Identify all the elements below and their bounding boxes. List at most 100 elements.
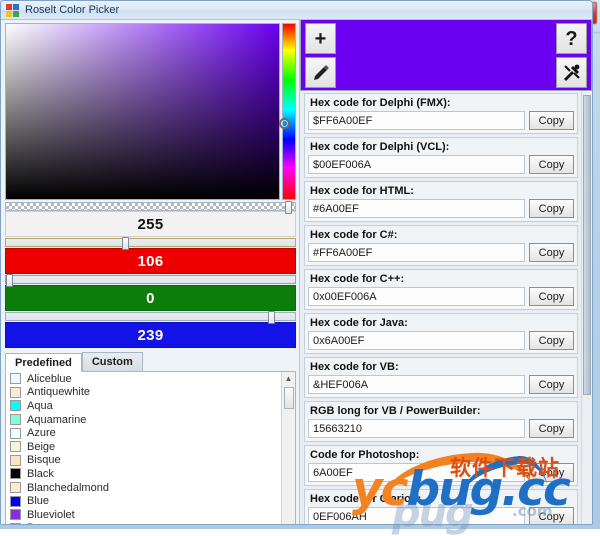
eyedropper-button[interactable] bbox=[305, 57, 336, 88]
tab-custom[interactable]: Custom bbox=[81, 352, 143, 371]
green-slider-thumb[interactable] bbox=[6, 274, 13, 287]
copy-button[interactable]: Copy bbox=[529, 463, 574, 482]
copy-button[interactable]: Copy bbox=[529, 507, 574, 524]
hue-marker[interactable] bbox=[279, 118, 290, 130]
code-value-field[interactable]: 0x6A00EF bbox=[308, 331, 525, 350]
code-value-field[interactable]: #6A00EF bbox=[308, 199, 525, 218]
color-swatch bbox=[10, 427, 21, 439]
blue-value-bar: 239 bbox=[5, 322, 296, 348]
color-name: Aquamarine bbox=[27, 413, 87, 426]
color-swatch bbox=[10, 400, 21, 412]
code-group: Hex code for C#: #FF6A00EF Copy bbox=[304, 225, 578, 266]
red-slider-thumb[interactable] bbox=[121, 237, 129, 250]
code-value-field[interactable]: 0EF006AH bbox=[308, 507, 525, 524]
code-list-scroll-thumb[interactable] bbox=[583, 95, 591, 395]
list-item[interactable]: Aqua bbox=[6, 399, 281, 413]
titlebar[interactable]: Roselt Color Picker bbox=[1, 1, 592, 20]
hue-slider[interactable] bbox=[279, 23, 296, 200]
palette-tabs[interactable]: Predefined Custom bbox=[5, 351, 296, 372]
green-slider-track[interactable] bbox=[5, 274, 296, 287]
alpha-slider-thumb[interactable] bbox=[285, 201, 293, 214]
code-list-scrollbar[interactable] bbox=[581, 91, 592, 524]
color-swatch bbox=[10, 495, 21, 507]
value-overlay bbox=[6, 24, 279, 199]
scroll-down-icon[interactable]: ▼ bbox=[282, 521, 295, 524]
color-swatch bbox=[10, 373, 21, 385]
app-logo-icon bbox=[6, 3, 19, 17]
copy-button[interactable]: Copy bbox=[529, 155, 574, 174]
color-name: Antiquewhite bbox=[27, 386, 90, 399]
help-button[interactable]: ? bbox=[556, 23, 587, 54]
code-value-field[interactable]: &HEF006A bbox=[308, 375, 525, 394]
list-item[interactable]: Blueviolet bbox=[6, 508, 281, 522]
tab-predefined[interactable]: Predefined bbox=[5, 353, 82, 372]
code-list-scroll-area[interactable]: Hex code for Delphi (FMX): $FF6A00EF Copy H… bbox=[300, 91, 592, 524]
code-label: Hex code for VB: bbox=[305, 358, 577, 375]
code-value-field[interactable]: #FF6A00EF bbox=[308, 243, 525, 262]
color-name: Aqua bbox=[27, 399, 53, 412]
list-item[interactable]: Bisque bbox=[6, 454, 281, 468]
copy-button[interactable]: Copy bbox=[529, 375, 574, 394]
code-group: Hex code for C++: 0x00EF006A Copy bbox=[304, 269, 578, 310]
code-row: &HEF006A Copy bbox=[305, 375, 577, 397]
list-item[interactable]: Black bbox=[6, 467, 281, 481]
color-swatch bbox=[10, 482, 21, 494]
code-value-field[interactable]: 0x00EF006A bbox=[308, 287, 525, 306]
code-label: Hex code for C++: bbox=[305, 270, 577, 287]
blue-slider-track[interactable] bbox=[5, 311, 296, 324]
color-name: Black bbox=[27, 467, 54, 480]
code-group: RGB long for VB / PowerBuilder: 15663210 C… bbox=[304, 401, 578, 442]
color-preview[interactable]: + ? bbox=[300, 20, 592, 91]
color-name: Brown bbox=[27, 522, 58, 524]
red-slider-track[interactable] bbox=[5, 237, 296, 250]
code-group: Hex code for Delphi (VCL): $00EF006A Copy bbox=[304, 137, 578, 178]
copy-button[interactable]: Copy bbox=[529, 243, 574, 262]
code-label: Code for Photoshop: bbox=[305, 446, 577, 463]
list-item[interactable]: Blanchedalmond bbox=[6, 481, 281, 495]
window-title: Roselt Color Picker bbox=[25, 4, 120, 16]
color-swatch bbox=[10, 522, 21, 524]
hammer-wrench-icon bbox=[563, 64, 580, 81]
code-value-field[interactable]: $FF6A00EF bbox=[308, 111, 525, 130]
code-value-field[interactable]: 15663210 bbox=[308, 419, 525, 438]
copy-button[interactable]: Copy bbox=[529, 331, 574, 350]
color-list-scrollbar[interactable]: ▲ ▼ bbox=[281, 372, 295, 524]
list-item[interactable]: Brown bbox=[6, 522, 281, 524]
predefined-color-list[interactable]: Aliceblue Antiquewhite Aqua Aquamarine Azure… bbox=[5, 372, 296, 524]
code-group: Hex code for VB: &HEF006A Copy bbox=[304, 357, 578, 398]
copy-button[interactable]: Copy bbox=[529, 111, 574, 130]
copy-button[interactable]: Copy bbox=[529, 287, 574, 306]
list-item[interactable]: Beige bbox=[6, 440, 281, 454]
copy-button[interactable]: Copy bbox=[529, 419, 574, 438]
add-button[interactable]: + bbox=[305, 23, 336, 54]
list-item[interactable]: Azure bbox=[6, 426, 281, 440]
client-area: 255 106 0 239 Predefined Custom Aliceblu… bbox=[1, 20, 592, 524]
alpha-value-bar: 255 bbox=[5, 211, 296, 237]
list-item[interactable]: Blue bbox=[6, 494, 281, 508]
code-row: 0x6A00EF Copy bbox=[305, 331, 577, 353]
copy-button[interactable]: Copy bbox=[529, 199, 574, 218]
desktop-background: Roselt Color Picker - Settings General O… bbox=[0, 0, 600, 536]
code-value-field[interactable]: $00EF006A bbox=[308, 155, 525, 174]
tools-button[interactable] bbox=[556, 57, 587, 88]
color-swatch bbox=[10, 468, 21, 480]
code-row: 0x00EF006A Copy bbox=[305, 287, 577, 309]
saturation-value-field[interactable] bbox=[5, 23, 280, 200]
plus-icon: + bbox=[314, 27, 327, 50]
code-group: Hex code for HTML: #6A00EF Copy bbox=[304, 181, 578, 222]
question-mark-icon: ? bbox=[565, 27, 578, 50]
list-item[interactable]: Antiquewhite bbox=[6, 386, 281, 400]
code-row: 6A00EF Copy bbox=[305, 463, 577, 485]
color-list-scroll-thumb[interactable] bbox=[284, 387, 294, 409]
scroll-up-icon[interactable]: ▲ bbox=[282, 372, 295, 385]
alpha-slider-track[interactable] bbox=[5, 201, 296, 214]
list-item[interactable]: Aliceblue bbox=[6, 372, 281, 386]
code-label: Hex code for Clarion: bbox=[305, 490, 577, 507]
blue-slider-thumb[interactable] bbox=[268, 311, 276, 324]
color-name: Beige bbox=[27, 440, 56, 453]
code-row: #FF6A00EF Copy bbox=[305, 243, 577, 265]
list-item[interactable]: Aquamarine bbox=[6, 413, 281, 427]
code-row: $00EF006A Copy bbox=[305, 155, 577, 177]
color-list-items[interactable]: Aliceblue Antiquewhite Aqua Aquamarine Azure… bbox=[6, 372, 281, 524]
code-value-field[interactable]: 6A00EF bbox=[308, 463, 525, 482]
